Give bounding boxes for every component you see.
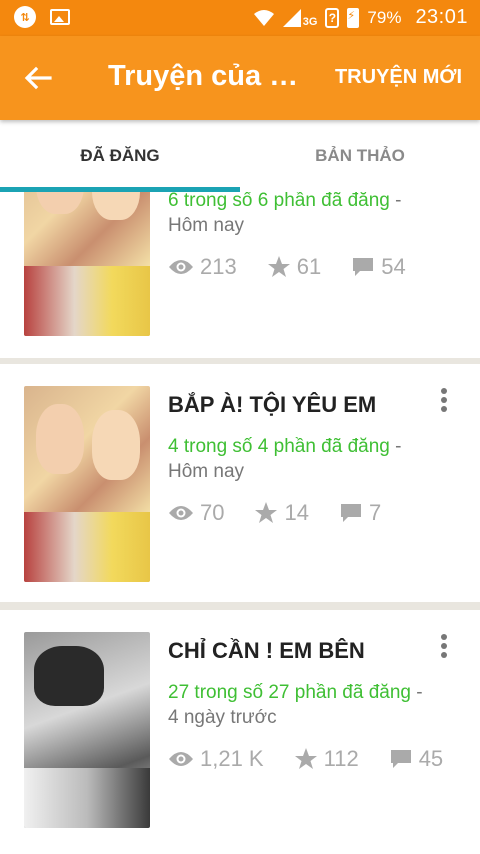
views-stat: 70: [168, 500, 224, 526]
votes-stat: 14: [254, 500, 309, 526]
story-title[interactable]: CHỈ CẦN ! EM BÊN: [168, 638, 365, 664]
more-options-icon[interactable]: [438, 632, 450, 662]
comment-icon: [353, 258, 374, 276]
comment-icon: [340, 504, 361, 522]
story-list[interactable]: 6 trong số 6 phần đã đăng - Hôm nay 213 …: [0, 192, 480, 854]
image-notification-icon: [50, 9, 70, 25]
votes-count: 112: [323, 746, 359, 771]
comments-count: 7: [368, 500, 382, 525]
views-count: 1,21 K: [200, 746, 264, 771]
story-card[interactable]: BẮP À! TỘI YÊU EM 4 trong số 4 phần đã đ…: [0, 364, 480, 602]
back-arrow-icon[interactable]: [22, 62, 54, 94]
wifi-icon: [253, 9, 274, 26]
star-icon: [294, 748, 317, 769]
story-meta: 4 trong số 4 phần đã đăng - Hôm nay: [168, 436, 402, 482]
comments-stat: 45: [389, 746, 443, 772]
story-stats: 70 14 7: [168, 500, 411, 526]
story-stats: 213 61 54: [168, 254, 436, 280]
battery-percent: 79%: [367, 7, 402, 27]
more-options-icon[interactable]: [438, 386, 450, 416]
comments-count: 54: [381, 254, 406, 279]
eye-icon: [169, 506, 193, 520]
eye-icon: [169, 260, 193, 274]
comment-icon: [390, 750, 411, 768]
status-bar: ⇅ 3G ? 79% 23:01: [0, 0, 480, 36]
votes-count: 61: [296, 254, 322, 279]
story-date: Hôm nay: [168, 215, 245, 236]
story-cover-image[interactable]: [24, 632, 150, 828]
clock: 23:01: [415, 6, 468, 28]
story-date: Hôm nay: [168, 461, 245, 482]
sim-unknown-icon: ?: [325, 7, 340, 28]
votes-count: 14: [284, 500, 309, 525]
story-title[interactable]: BẮP À! TỘI YÊU EM: [168, 392, 376, 418]
comments-count: 45: [418, 746, 444, 771]
story-stats: 1,21 K 112 45: [168, 746, 473, 772]
comments-stat: 7: [339, 500, 381, 526]
story-date: 4 ngày trước: [168, 707, 277, 728]
story-meta: 27 trong số 27 phần đã đăng - 4 ngày trư…: [168, 682, 423, 728]
tab-bar: ĐÃ ĐĂNG BẢN THẢO: [0, 120, 480, 192]
views-count: 70: [200, 500, 225, 525]
story-card[interactable]: 6 trong số 6 phần đã đăng - Hôm nay 213 …: [0, 192, 480, 358]
story-parts: 6 trong số 6 phần đã đăng: [168, 192, 390, 211]
app-notification-icon: ⇅: [14, 6, 36, 28]
views-count: 213: [200, 254, 237, 279]
star-icon: [255, 502, 278, 523]
views-stat: 213: [168, 254, 237, 280]
tab-drafts[interactable]: BẢN THẢO: [240, 120, 480, 192]
story-cover-image[interactable]: [24, 192, 150, 336]
star-icon: [267, 256, 290, 277]
network-type: 3G: [302, 15, 318, 28]
story-meta: 6 trong số 6 phần đã đăng - Hôm nay: [168, 192, 402, 236]
votes-stat: 112: [294, 746, 359, 772]
app-bar: Truyện của C... TRUYỆN MỚI: [0, 36, 480, 120]
tab-published[interactable]: ĐÃ ĐĂNG: [0, 120, 240, 192]
story-parts: 4 trong số 4 phần đã đăng: [168, 436, 390, 457]
eye-icon: [169, 752, 193, 766]
signal-icon: [282, 8, 301, 27]
story-cover-image[interactable]: [24, 386, 150, 582]
comments-stat: 54: [351, 254, 406, 280]
new-story-button[interactable]: TRUYỆN MỚI: [335, 66, 462, 89]
page-title: Truyện của C...: [108, 60, 308, 92]
battery-icon: [347, 7, 360, 28]
views-stat: 1,21 K: [168, 746, 264, 772]
votes-stat: 61: [267, 254, 321, 280]
active-tab-indicator: [0, 187, 240, 192]
story-parts: 27 trong số 27 phần đã đăng: [168, 682, 411, 703]
story-card[interactable]: CHỈ CẦN ! EM BÊN 27 trong số 27 phần đã …: [0, 610, 480, 854]
